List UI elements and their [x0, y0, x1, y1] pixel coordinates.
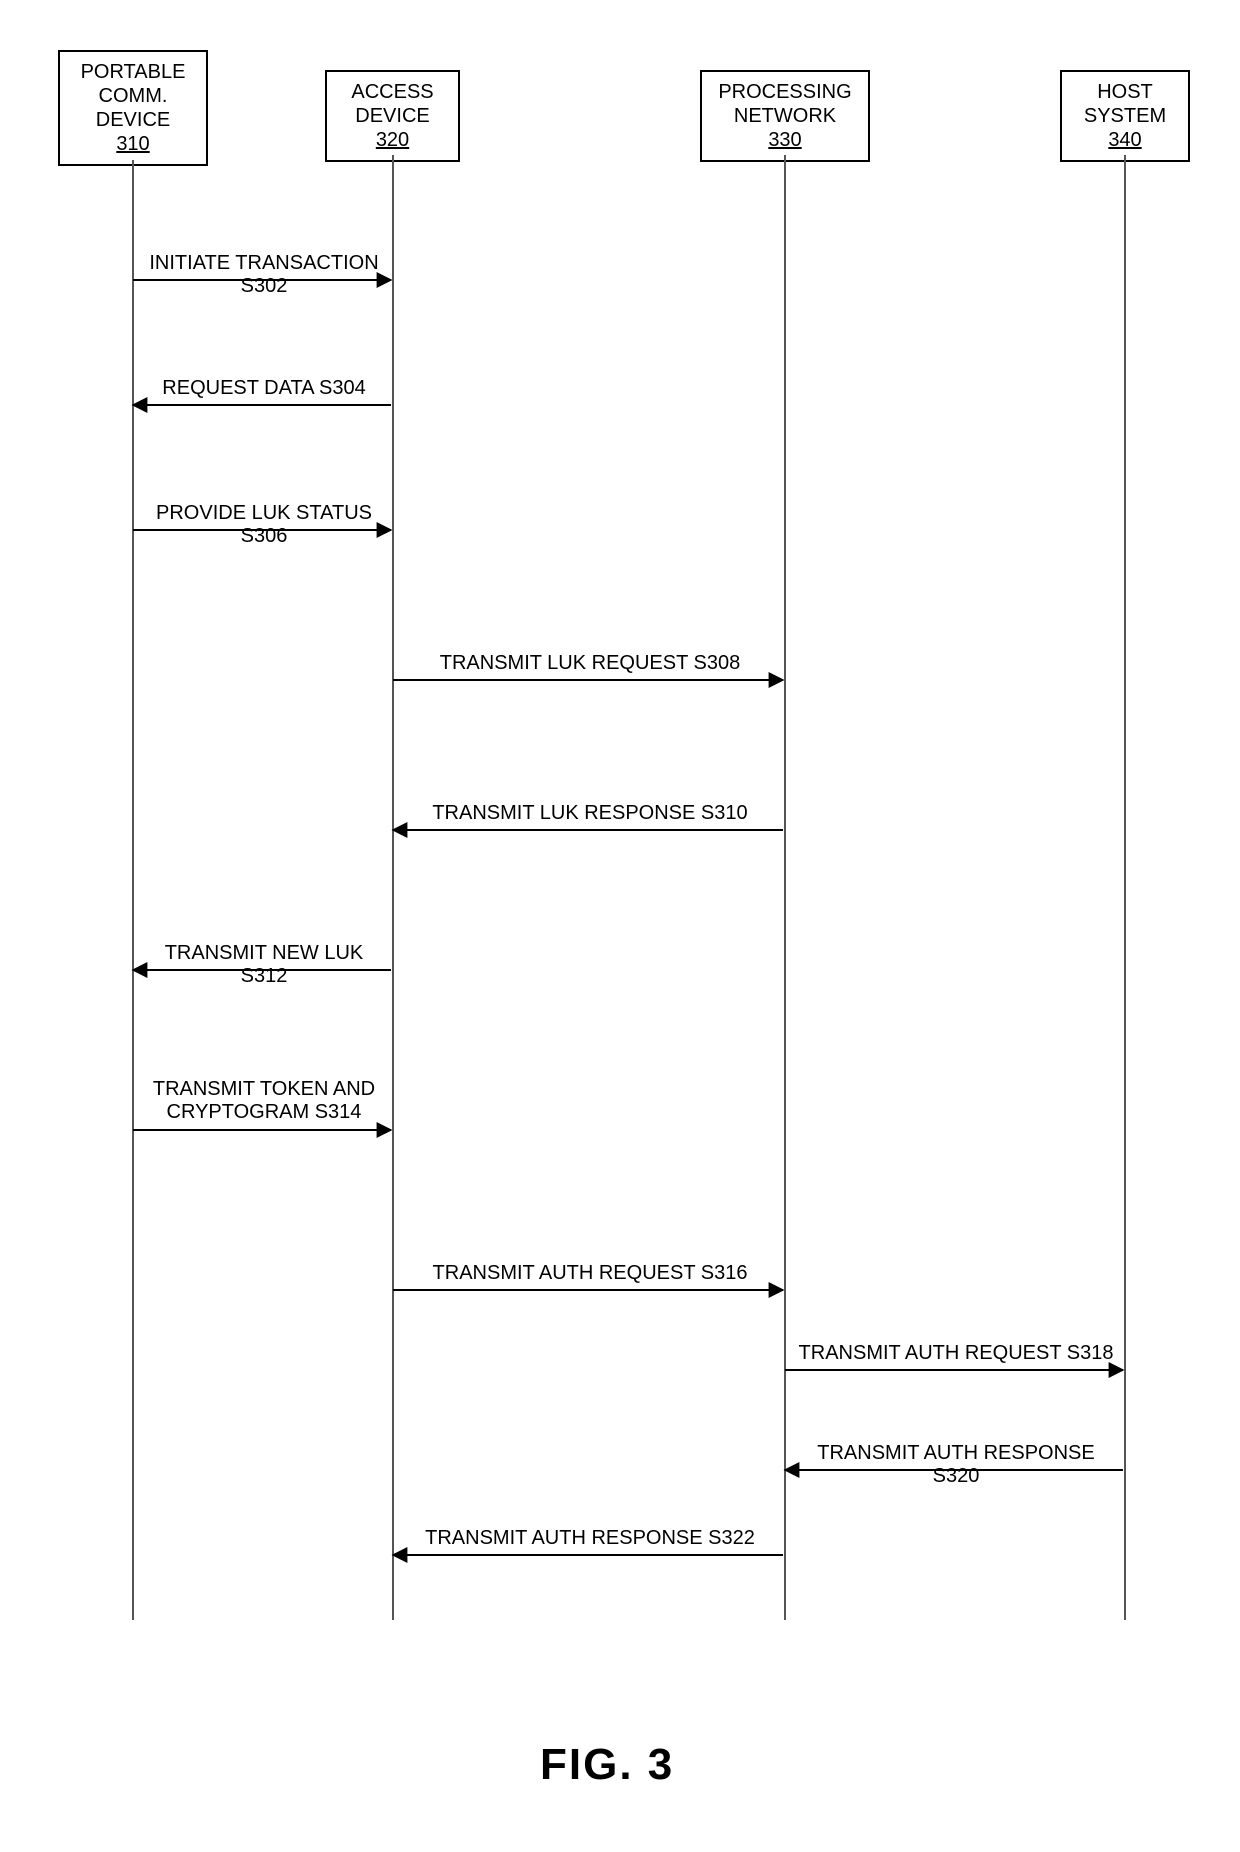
msg-s304: REQUEST DATA S304 — [140, 377, 388, 400]
msg-s322: TRANSMIT AUTH RESPONSE S322 — [400, 1527, 780, 1550]
msg-s306: PROVIDE LUK STATUS S306 — [140, 502, 388, 548]
msg-s314-line1: TRANSMIT TOKEN AND — [153, 1078, 375, 1100]
msg-s302: INITIATE TRANSACTION S302 — [140, 252, 388, 298]
msg-s314: TRANSMIT TOKEN AND CRYPTOGRAM S314 — [140, 1078, 388, 1124]
msg-s316: TRANSMIT AUTH REQUEST S316 — [400, 1262, 780, 1285]
msg-s314-line2: CRYPTOGRAM S314 — [167, 1101, 362, 1123]
msg-s318: TRANSMIT AUTH REQUEST S318 — [792, 1342, 1120, 1365]
msg-s310: TRANSMIT LUK RESPONSE S310 — [400, 802, 780, 825]
figure-label: FIG. 3 — [540, 1740, 674, 1790]
msg-s320: TRANSMIT AUTH RESPONSE S320 — [792, 1442, 1120, 1488]
msg-s308: TRANSMIT LUK REQUEST S308 — [400, 652, 780, 675]
msg-s312: TRANSMIT NEW LUK S312 — [140, 942, 388, 988]
sequence-diagram: PORTABLE COMM. DEVICE 310 ACCESS DEVICE … — [0, 0, 1240, 1852]
